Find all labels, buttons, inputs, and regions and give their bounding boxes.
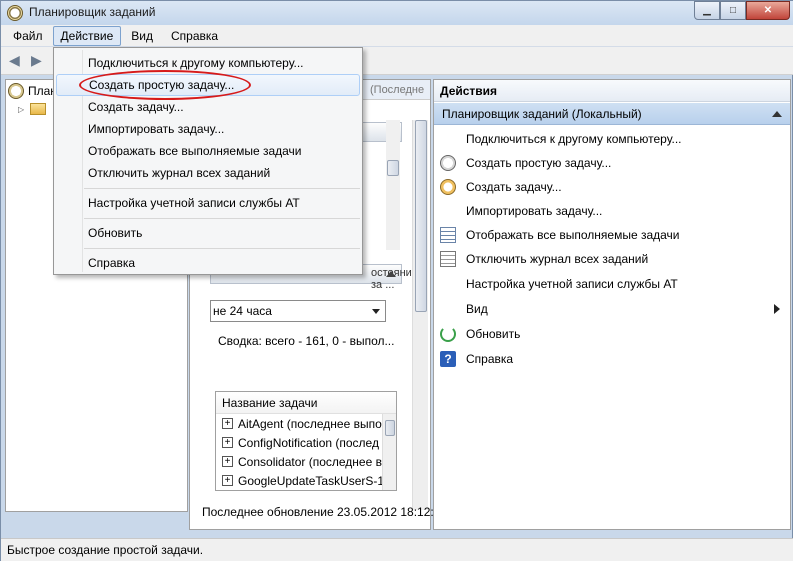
menu-item-create-task[interactable]: Создать задачу...	[56, 96, 360, 118]
refresh-icon	[440, 326, 456, 342]
actions-group-label: Планировщик заданий (Локальный)	[442, 107, 642, 121]
action-disable-history[interactable]: Отключить журнал всех заданий	[434, 248, 790, 270]
expand-plus-icon[interactable]: +	[222, 418, 233, 429]
expand-plus-icon[interactable]: +	[222, 475, 233, 486]
maximize-button[interactable]: □	[720, 1, 746, 20]
expand-arrow-icon[interactable]: ▷	[18, 105, 28, 114]
menu-separator	[84, 248, 360, 249]
task-name-column-header[interactable]: Название задачи	[216, 392, 396, 414]
action-label: Вид	[466, 302, 488, 316]
task-list-scroll-thumb[interactable]	[385, 420, 395, 436]
action-label: Обновить	[466, 327, 521, 341]
window-controls: ▁ □ ✕	[694, 1, 790, 20]
menu-item-at-account[interactable]: Настройка учетной записи службы AT	[56, 192, 360, 214]
log-icon	[440, 251, 456, 267]
task-row[interactable]: + Consolidator (последнее в	[216, 452, 396, 471]
help-icon: ?	[440, 351, 456, 367]
menu-item-import-task[interactable]: Импортировать задачу...	[56, 118, 360, 140]
task-row[interactable]: + AitAgent (последнее выпо	[216, 414, 396, 433]
menu-help[interactable]: Справка	[163, 26, 226, 46]
expand-plus-icon[interactable]: +	[222, 456, 233, 467]
forward-arrow-icon[interactable]: ▶	[31, 53, 49, 67]
action-create-basic-task[interactable]: Создать простую задачу...	[434, 152, 790, 174]
summary-scroll-thumb[interactable]	[415, 120, 427, 312]
menu-item-refresh[interactable]: Обновить	[56, 222, 360, 244]
collapse-caret-icon[interactable]	[772, 111, 782, 117]
task-name: Consolidator (последнее в	[238, 454, 382, 469]
task-list: Название задачи + AitAgent (последнее вы…	[215, 391, 397, 491]
action-label: Настройка учетной записи службы AT	[466, 277, 678, 291]
actions-group-header[interactable]: Планировщик заданий (Локальный)	[434, 103, 790, 125]
action-refresh[interactable]: Обновить	[434, 323, 790, 345]
action-label: Создать простую задачу...	[466, 156, 612, 170]
task-scheduler-icon	[7, 5, 23, 21]
highlight-ellipse	[79, 70, 251, 100]
task-name: ConfigNotification (послед	[238, 435, 379, 450]
action-view[interactable]: Вид	[434, 298, 790, 320]
task-icon	[440, 179, 456, 195]
clock-icon	[8, 83, 24, 99]
action-label: Подключиться к другому компьютеру...	[466, 132, 682, 146]
action-help[interactable]: ? Справка	[434, 348, 790, 370]
period-select[interactable]: не 24 часа	[210, 300, 386, 322]
action-label: Отображать все выполняемые задачи	[466, 228, 680, 242]
period-select-value: не 24 часа	[213, 304, 272, 318]
action-create-task[interactable]: Создать задачу...	[434, 176, 790, 198]
action-label: Отключить журнал всех заданий	[466, 252, 649, 266]
folder-icon	[30, 103, 46, 115]
action-show-running[interactable]: Отображать все выполняемые задачи	[434, 224, 790, 246]
actions-title: Действия	[434, 80, 790, 102]
menu-item-connect[interactable]: Подключиться к другому компьютеру...	[56, 52, 360, 74]
actions-pane: Действия Планировщик заданий (Локальный)…	[433, 79, 791, 530]
summary-scrollbar[interactable]	[412, 120, 428, 510]
menu-view[interactable]: Вид	[123, 26, 161, 46]
last-update-text: Последнее обновление 23.05.2012 18:12:3	[202, 505, 441, 519]
task-row[interactable]: + ConfigNotification (послед	[216, 433, 396, 452]
overview-scrollbar[interactable]	[386, 120, 400, 250]
submenu-arrow-icon	[774, 304, 780, 314]
action-label: Импортировать задачу...	[466, 204, 603, 218]
action-label: Создать задачу...	[466, 180, 562, 194]
chevron-down-icon	[372, 309, 380, 314]
back-arrow-icon[interactable]: ◀	[9, 53, 27, 67]
app-window: Планировщик заданий ▁ □ ✕ Файл Действие …	[0, 0, 793, 561]
action-import-task[interactable]: Импортировать задачу...	[434, 200, 790, 222]
task-list-scrollbar[interactable]	[382, 414, 396, 490]
window-title: Планировщик заданий	[29, 5, 156, 19]
menu-bar: Файл Действие Вид Справка	[1, 25, 793, 47]
task-name: AitAgent (последнее выпо	[238, 416, 382, 431]
collapse-caret-icon[interactable]	[386, 271, 396, 277]
list-icon	[440, 227, 456, 243]
menu-separator	[84, 188, 360, 189]
task-summary: Сводка: всего - 161, 0 - выпол...	[218, 334, 395, 348]
menu-item-help[interactable]: Справка	[56, 252, 360, 274]
task-row[interactable]: + GoogleUpdateTaskUserS-1	[216, 471, 396, 490]
menu-item-disable-history[interactable]: Отключить журнал всех заданий	[56, 162, 360, 184]
close-button[interactable]: ✕	[746, 1, 790, 20]
expand-plus-icon[interactable]: +	[222, 437, 233, 448]
task-name: GoogleUpdateTaskUserS-1	[238, 473, 385, 488]
action-at-account[interactable]: Настройка учетной записи службы AT	[434, 273, 790, 295]
minimize-button[interactable]: ▁	[694, 1, 720, 20]
menu-action[interactable]: Действие	[52, 25, 122, 46]
action-connect[interactable]: Подключиться к другому компьютеру...	[434, 128, 790, 150]
tree-library-item[interactable]: ▷	[18, 100, 50, 118]
clock-icon	[440, 155, 456, 171]
action-label: Справка	[466, 352, 514, 366]
overview-scroll-thumb[interactable]	[387, 160, 399, 176]
status-bar: Быстрое создание простой задачи.	[1, 538, 793, 561]
title-bar[interactable]: Планировщик заданий ▁ □ ✕	[1, 1, 793, 25]
menu-separator	[84, 218, 360, 219]
menu-item-show-running[interactable]: Отображать все выполняемые задачи	[56, 140, 360, 162]
menu-file[interactable]: Файл	[5, 26, 51, 46]
